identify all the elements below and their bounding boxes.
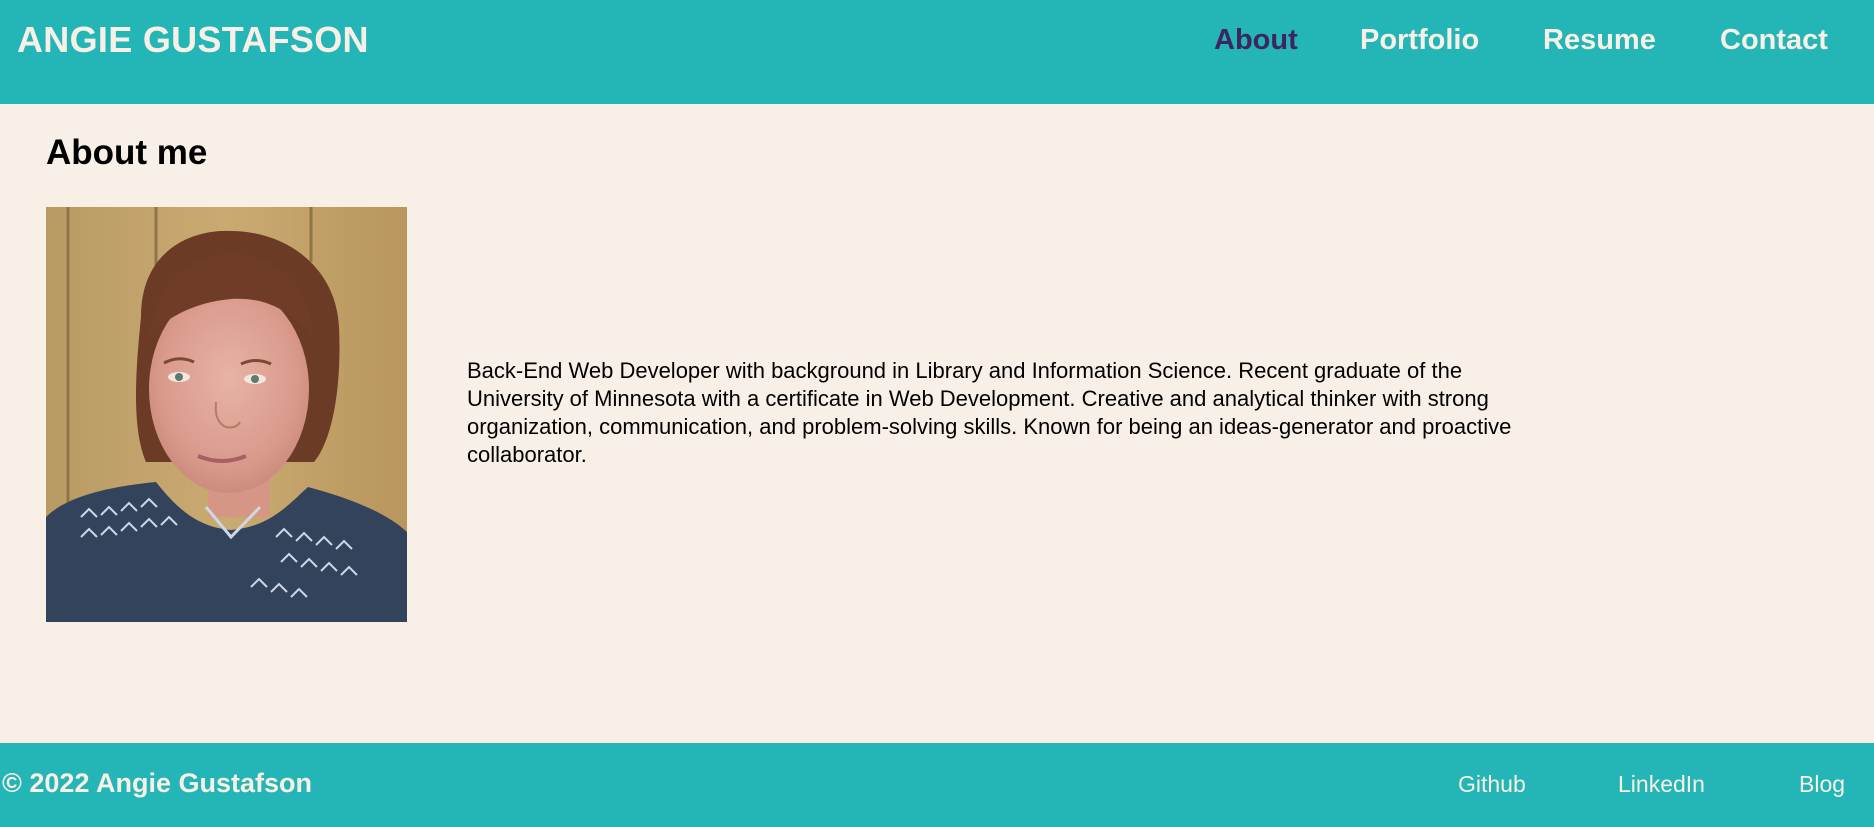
site-footer: © 2022 Angie Gustafson Github LinkedIn B… [0,743,1874,827]
footer-blog-link[interactable]: Blog [1799,771,1845,798]
bio-text: Back-End Web Developer with background i… [467,358,1512,467]
footer-github-link[interactable]: Github [1458,771,1526,798]
copyright-text: © 2022 Angie Gustafson [2,768,312,798]
site-header: ANGIE GUSTAFSON About Portfolio Resume C… [0,0,1874,104]
footer-linkedin-link[interactable]: LinkedIn [1618,771,1705,798]
section-title: About me [46,133,208,172]
profile-photo [46,207,407,622]
nav-contact-link[interactable]: Contact [1720,24,1828,57]
site-title[interactable]: ANGIE GUSTAFSON [17,19,369,61]
nav-about-link[interactable]: About [1214,24,1298,57]
nav-portfolio-link[interactable]: Portfolio [1360,24,1479,57]
nav-resume-link[interactable]: Resume [1543,24,1656,57]
